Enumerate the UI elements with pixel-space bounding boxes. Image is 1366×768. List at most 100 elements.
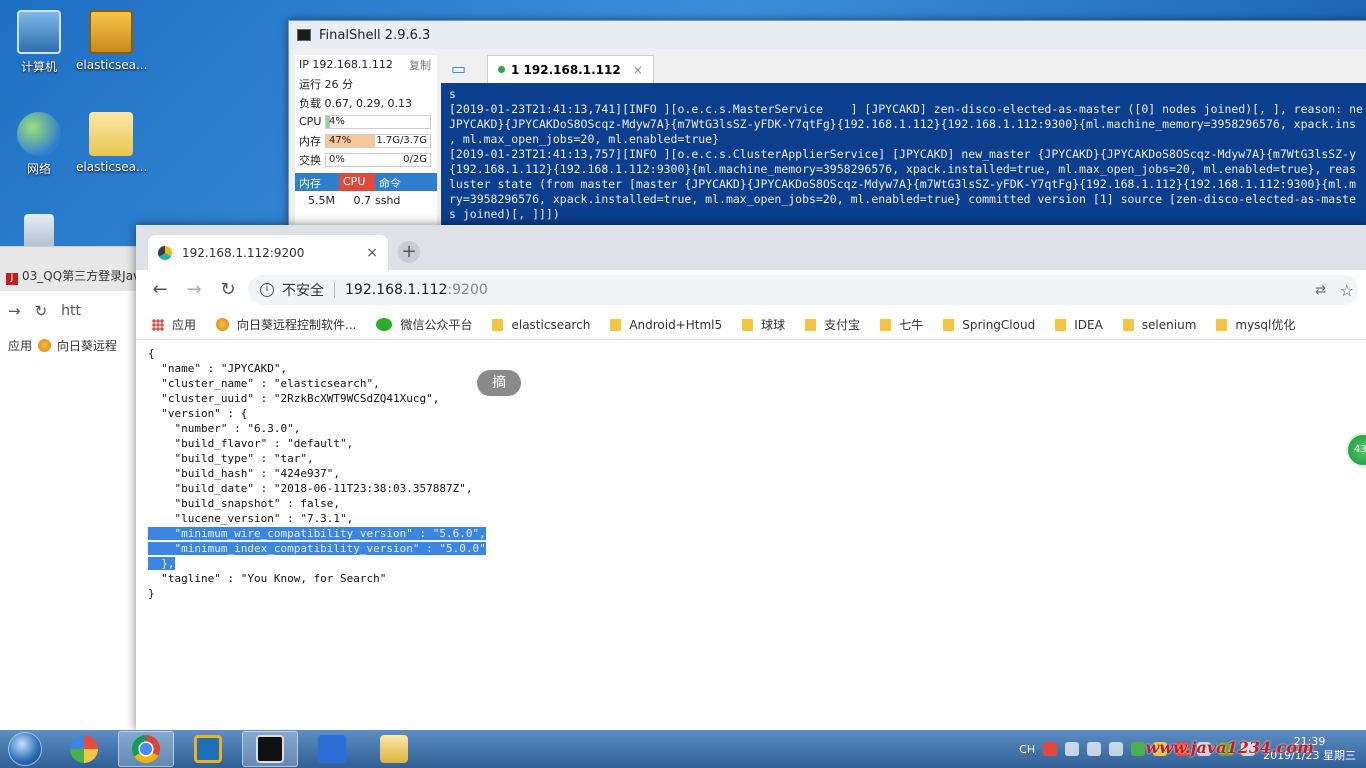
windows-orb-icon (8, 732, 42, 766)
taskbar-app-photos[interactable] (56, 731, 112, 767)
browser-toolbar: ← → ↻ i 不安全 192.168.1.112:9200 ⇄ ☆ (136, 270, 1366, 310)
watermark: www.java1234.com (1145, 738, 1314, 757)
terminal-output[interactable]: s [2019-01-23T21:41:13,741][INFO ][o.e.c.… (441, 83, 1366, 229)
load-label: 负载 0.67, 0.29, 0.13 (299, 96, 412, 110)
copy-button[interactable]: 复制 (409, 57, 431, 73)
desktop-icon-elasticsearch-zip[interactable]: elasticsea... (76, 10, 148, 72)
bookmark-item[interactable]: 微信公众平台 (376, 316, 472, 333)
desktop-icon-label: elasticsea... (76, 58, 148, 72)
folder-icon (805, 318, 817, 331)
tab-strip: 192.168.1.112:9200 × + (136, 225, 1366, 270)
taskbar-app-wps[interactable] (304, 731, 360, 767)
bookmark-label: mysql优化 (1235, 318, 1296, 332)
bookmark-sunflower[interactable]: 向日葵远程 (57, 337, 117, 354)
swap-detail: 0/2G (403, 153, 427, 165)
info-icon[interactable]: i (260, 283, 274, 297)
bookmark-label: 七牛 (899, 318, 924, 332)
background-tab[interactable]: J 03_QQ第三方登录Java (0, 247, 140, 291)
sunflower-icon (38, 338, 52, 352)
bookmark-item[interactable]: SpringCloud (943, 318, 1035, 332)
finalshell-titlebar[interactable]: FinalShell 2.9.6.3 (289, 21, 1366, 49)
translate-icon[interactable]: ⇄ (1315, 283, 1326, 298)
open-folder-icon[interactable]: ▭ (451, 59, 466, 78)
back-icon[interactable]: ← (146, 276, 174, 304)
bookmark-item[interactable]: 七牛 (880, 316, 923, 333)
bookmark-item[interactable]: selenium (1122, 318, 1196, 332)
session-tab-label: 1 192.168.1.112 (511, 62, 621, 77)
server-info-panel: IP 192.168.1.112 复制 运行 26 分 负载 0.67, 0.2… (295, 55, 437, 231)
bookmark-item[interactable]: 应用 (152, 316, 196, 333)
background-browser-window: J 03_QQ第三方登录Java → ↻ htt 应用 向日葵远程 (0, 246, 140, 730)
elasticsearch-icon (158, 245, 172, 260)
close-icon[interactable]: × (633, 63, 643, 77)
language-indicator[interactable]: CH (1019, 743, 1035, 756)
forward-icon[interactable]: → (8, 302, 21, 320)
proc-mem: 5.5M (308, 193, 335, 207)
terminal-line: s joined)[, ]]]) (449, 207, 560, 221)
taskbar-app-finalshell[interactable] (242, 731, 298, 767)
bookmark-item[interactable]: Android+Html5 (610, 318, 722, 332)
json-line: "build_snapshot" : false, (148, 497, 341, 510)
json-line: "number" : "6.3.0", (148, 422, 301, 435)
close-tab-icon[interactable]: × (366, 245, 378, 261)
keyboard-icon[interactable] (1065, 742, 1080, 756)
bookmark-apps[interactable]: 应用 (8, 337, 32, 354)
col-mem[interactable]: 内存 (295, 173, 339, 191)
json-line: "build_hash" : "424e937", (148, 467, 341, 480)
taskbar-app-ide[interactable] (180, 731, 236, 767)
session-tab[interactable]: 1 192.168.1.112 × (487, 55, 654, 83)
json-line: "version" : { (148, 407, 248, 420)
new-tab-button[interactable]: + (398, 241, 420, 263)
desktop-icon-label: 网络 (26, 162, 51, 176)
desktop-icon-computer[interactable]: 计算机 (4, 10, 74, 75)
process-row[interactable]: 5.5M 0.7 sshd (295, 191, 437, 209)
folder-icon (742, 318, 754, 331)
folder-icon (610, 318, 622, 331)
terminal-line: , ml.max_open_jobs=20, ml.enabled=true} (449, 132, 720, 146)
upload-icon[interactable] (1109, 742, 1124, 756)
bookmark-label: Android+Html5 (629, 317, 723, 332)
taskbar: CH 21:39 2019/1/23 星期三 www.java1234.com (0, 730, 1366, 768)
cpu-label: CPU (299, 115, 322, 128)
bookmark-item[interactable]: 支付宝 (805, 316, 860, 333)
desktop-icon-elasticsearch-folder[interactable]: elasticsea... (76, 112, 147, 174)
terminal-app-icon (297, 29, 311, 41)
bookmark-label: 应用 (172, 318, 197, 332)
folder-icon (1122, 318, 1134, 331)
bookmark-label: 球球 (761, 318, 786, 332)
network-icon (17, 112, 61, 156)
col-cmd[interactable]: 命令 (375, 173, 405, 191)
network-icon[interactable] (1087, 742, 1102, 756)
reload-icon[interactable]: ↻ (35, 302, 48, 320)
json-line: "minimum_index_compatibility_version" : … (148, 542, 486, 555)
bookmark-item[interactable]: elasticsearch (492, 318, 590, 332)
bookmark-item[interactable]: 向日葵远程控制软件... (216, 316, 356, 333)
excerpt-button[interactable]: 摘 (477, 370, 521, 396)
browser-tab[interactable]: 192.168.1.112:9200 × (148, 235, 388, 270)
input-method-icon[interactable] (1043, 742, 1058, 756)
shield-icon[interactable] (1131, 742, 1146, 756)
terminal-icon (256, 735, 284, 763)
start-button[interactable] (0, 730, 50, 768)
star-icon[interactable]: ☆ (1340, 281, 1354, 300)
system-tray: CH 21:39 2019/1/23 星期三 www.java1234.com (1019, 730, 1366, 768)
taskbar-app-chrome[interactable] (118, 731, 174, 767)
reload-icon[interactable]: ↻ (214, 276, 242, 304)
desktop-icon-network[interactable]: 网络 (4, 112, 74, 177)
taskbar-app-explorer[interactable] (366, 731, 422, 767)
bookmark-item[interactable]: 球球 (742, 316, 785, 333)
divider (334, 282, 335, 298)
url-partial[interactable]: htt (61, 303, 81, 319)
bookmark-item[interactable]: IDEA (1055, 318, 1103, 332)
json-line: }, (148, 557, 175, 570)
json-line: "build_type" : "tar", (148, 452, 314, 465)
background-tab-title: 03_QQ第三方登录Java (22, 269, 140, 283)
proc-cmd: sshd (375, 193, 401, 207)
col-cpu[interactable]: CPU (339, 173, 375, 191)
json-response: { "name" : "JPYCAKD", "cluster_name" : "… (136, 340, 1366, 607)
address-bar[interactable]: i 不安全 192.168.1.112:9200 ⇄ ☆ (248, 275, 1358, 305)
terminal-line: ry=3958296576, xpack.installed=true, ml.… (449, 192, 1356, 206)
json-line: "cluster_name" : "elasticsearch", (148, 377, 380, 390)
forward-icon[interactable]: → (180, 276, 208, 304)
bookmark-item[interactable]: mysql优化 (1216, 316, 1295, 333)
